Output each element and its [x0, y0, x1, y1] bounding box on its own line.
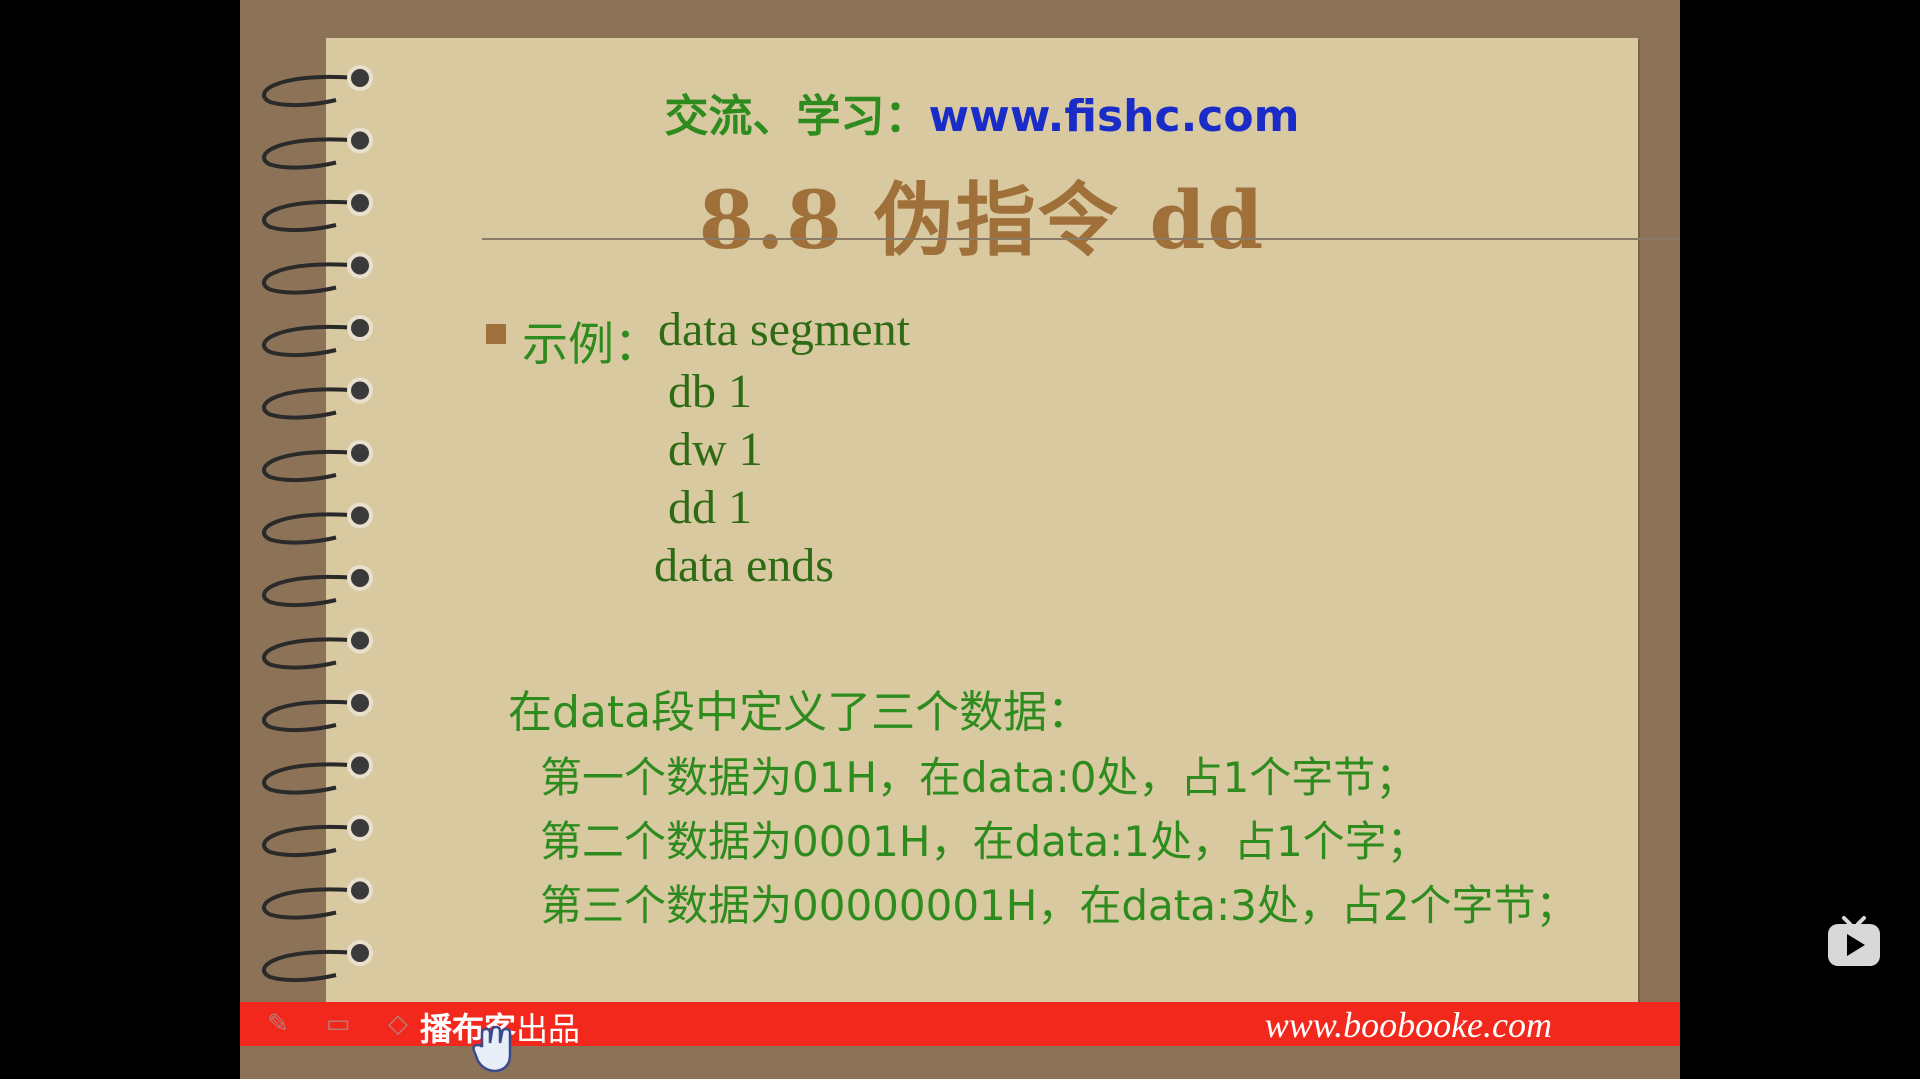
spiral-hole	[347, 627, 373, 654]
spiral-hole	[347, 440, 373, 466]
spiral-ring	[262, 200, 357, 233]
spiral-hole	[347, 190, 373, 216]
data-item: 第二个数据为0001H，在data:1处，占1个字；	[540, 817, 1429, 866]
code-line: dw 1	[668, 423, 763, 476]
spiral-ring	[262, 387, 357, 420]
spiral-ring	[262, 262, 357, 295]
spiral-hole	[347, 377, 373, 404]
spiral-ring	[262, 825, 357, 858]
code-line: data ends	[654, 539, 834, 592]
hand-cursor-icon	[472, 1025, 512, 1073]
code-line: db 1	[668, 365, 752, 418]
slide-title: 8.8 伪指令 dd	[698, 173, 1266, 267]
site-label: 交流、学习：	[664, 91, 929, 142]
bullet-square-icon	[486, 324, 506, 344]
code-line: data segment	[658, 303, 910, 356]
spiral-ring	[262, 950, 357, 983]
spiral-ring	[262, 637, 357, 670]
spiral-ring	[262, 887, 357, 920]
slide-paper: 交流、学习：www.fishc.com 8.8 伪指令 dd 示例： data …	[326, 38, 1680, 1002]
brand-suffix: 出品	[516, 1010, 581, 1048]
annotation-toolbar: ✎ ▭ ◇	[260, 1008, 416, 1040]
title-divider	[482, 238, 1680, 240]
slide-icon[interactable]: ▭	[320, 1008, 356, 1040]
spiral-hole	[347, 565, 373, 591]
spiral-hole	[347, 690, 373, 716]
spiral-ring	[262, 700, 357, 733]
spiral-ring	[262, 762, 357, 795]
video-frame: 交流、学习：www.fishc.com 8.8 伪指令 dd 示例： data …	[240, 0, 1680, 1079]
spiral-ring	[262, 450, 357, 483]
spiral-ring	[262, 575, 357, 608]
pencil-icon[interactable]: ✎	[260, 1008, 296, 1040]
spiral-hole	[347, 252, 373, 279]
site-banner: 交流、学习：www.fishc.com	[326, 80, 1638, 144]
spiral-ring	[262, 75, 357, 108]
spiral-hole	[347, 877, 373, 904]
spiral-ring	[262, 137, 357, 170]
spiral-hole	[347, 127, 373, 154]
data-item: 第三个数据为00000001H，在data:3处，占2个字节；	[540, 881, 1578, 930]
footer-url: www.boobooke.com	[1264, 1005, 1552, 1045]
spiral-ring	[262, 325, 357, 358]
spiral-hole	[347, 502, 373, 529]
eraser-icon[interactable]: ◇	[380, 1008, 416, 1040]
spiral-hole	[347, 940, 373, 966]
notebook-spiral-icon	[262, 65, 373, 1045]
spiral-hole	[347, 752, 373, 779]
example-label: 示例：	[522, 317, 660, 371]
spiral-ring	[262, 512, 357, 545]
spiral-hole	[347, 315, 373, 341]
site-url: www.fishc.com	[928, 91, 1300, 142]
data-item: 第一个数据为01H，在data:0处，占1个字节；	[540, 753, 1418, 802]
data-heading: 在data段中定义了三个数据：	[508, 687, 1092, 738]
footer-bar: ✎ ▭ ◇ 播布客出品 www.boobooke.com	[240, 1002, 1680, 1048]
spiral-hole	[347, 65, 373, 91]
code-line: dd 1	[668, 481, 752, 534]
bilibili-play-icon[interactable]	[1826, 914, 1882, 970]
spiral-hole	[347, 815, 373, 841]
